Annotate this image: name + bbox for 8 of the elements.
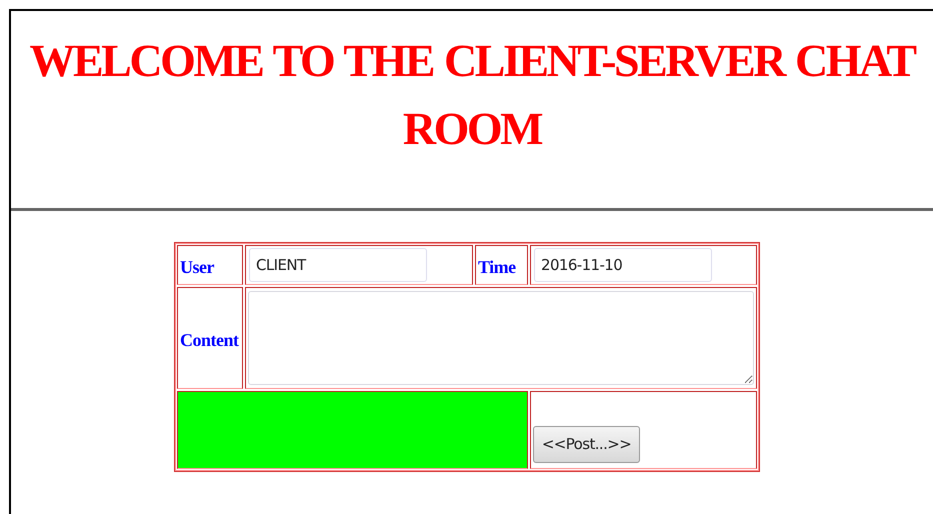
content-field[interactable] [248,291,754,385]
content-label: Content [180,328,238,350]
page-title: WELCOME TO THE CLIENT-SERVER CHAT ROOM [28,34,916,156]
user-field[interactable]: CLIENT [249,248,427,282]
post-button[interactable]: <<Post...>> [533,426,640,462]
user-label: User [180,256,214,278]
time-label: Time [478,256,516,278]
time-field[interactable]: 2016-11-10 [534,248,712,282]
